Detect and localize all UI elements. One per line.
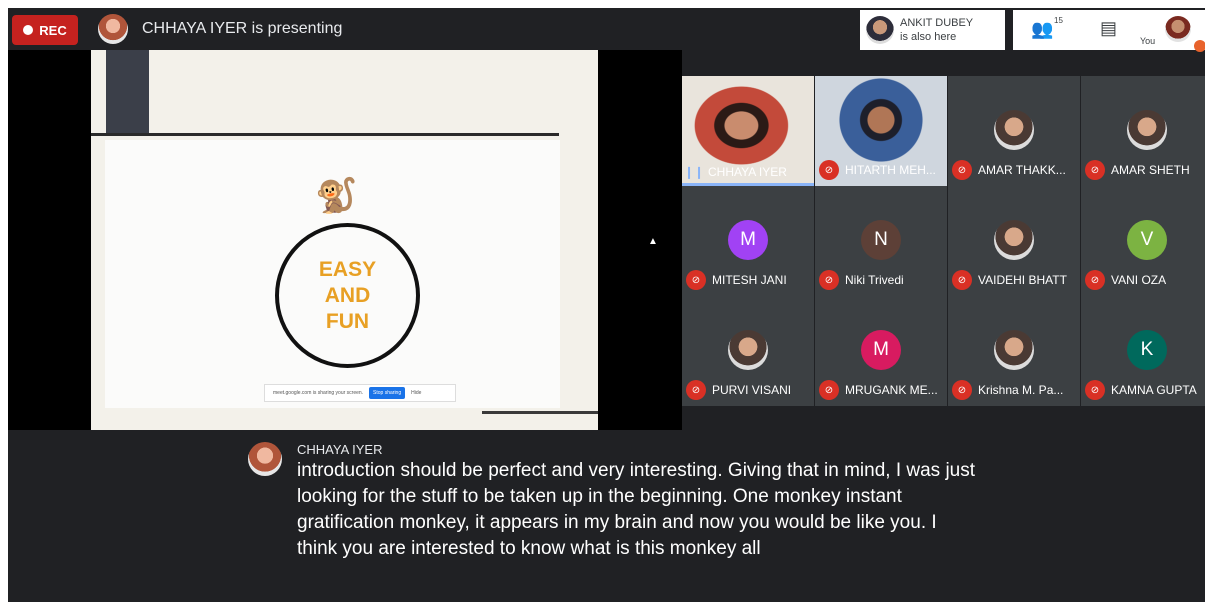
stop-sharing-button[interactable]: Stop sharing — [369, 387, 406, 399]
participant-label: ⊘ MITESH JANI — [686, 270, 812, 290]
avatar — [728, 330, 768, 370]
participant-name: KAMNA GUPTA — [1111, 383, 1197, 397]
mouse-cursor-icon: ▲ — [648, 236, 658, 247]
avatar — [1127, 110, 1167, 150]
participant-name: Niki Trivedi — [845, 273, 904, 287]
mic-off-icon: ⊘ — [1085, 160, 1105, 180]
self-avatar[interactable] — [1165, 16, 1191, 42]
mic-off-icon: ⊘ — [686, 270, 706, 290]
meet-window: REC CHHAYA IYER is presenting ANKIT DUBE… — [8, 8, 1205, 602]
mic-off-icon: ⊘ — [686, 380, 706, 400]
people-icon[interactable]: 👥 — [1031, 19, 1053, 40]
avatar: V — [1127, 220, 1167, 260]
slide-divider — [91, 133, 559, 136]
participant-name: Krishna M. Pa... — [978, 383, 1064, 397]
mic-off-icon: ⊘ — [819, 160, 839, 180]
also-here-status: is also here — [900, 31, 957, 43]
participant-name: PURVI VISANI — [712, 383, 792, 397]
also-here-name: ANKIT DUBEY — [900, 17, 974, 29]
avatar: M — [861, 330, 901, 370]
participant-name: AMAR THAKK... — [978, 163, 1066, 177]
monkey-icon: 🐒 — [315, 177, 358, 215]
avatar — [994, 220, 1034, 260]
avatar — [994, 330, 1034, 370]
mic-off-icon: ⊘ — [952, 380, 972, 400]
participant-name: AMAR SHETH — [1111, 163, 1190, 177]
participant-label: ❙❙ CHHAYA IYER — [683, 164, 812, 180]
caption-speaker-name: CHHAYA IYER — [297, 442, 383, 457]
participant-name: VANI OZA — [1111, 273, 1167, 287]
mic-off-icon: ⊘ — [952, 160, 972, 180]
participant-tile[interactable]: ⊘ HITARTH MEH... — [815, 76, 947, 186]
avatar: K — [1127, 330, 1167, 370]
participant-tile[interactable]: N ⊘ Niki Trivedi — [815, 186, 947, 296]
participant-tile[interactable]: M ⊘ MRUGANK ME... — [815, 296, 947, 406]
participant-name: MRUGANK ME... — [845, 383, 938, 397]
participant-tile[interactable]: ⊘ PURVI VISANI — [682, 296, 814, 406]
participant-tile[interactable]: ⊘ Krishna M. Pa... — [948, 296, 1080, 406]
slide-circle: EASY AND FUN — [275, 223, 420, 368]
mic-off-icon: ⊘ — [1085, 270, 1105, 290]
avatar — [866, 16, 894, 44]
rec-label: REC — [39, 22, 67, 38]
participant-grid: ❙❙ CHHAYA IYER ⊘ HITARTH MEH... ⊘ AMAR THAKK.… — [682, 76, 1205, 406]
participant-label: ⊘ MRUGANK ME... — [819, 380, 945, 400]
participant-name: CHHAYA IYER — [708, 165, 787, 179]
participant-label: ⊘ AMAR THAKK... — [952, 160, 1078, 180]
participant-tile[interactable]: K ⊘ KAMNA GUPTA — [1081, 296, 1205, 406]
record-dot-icon — [23, 25, 34, 35]
share-notice: meet.google.com is sharing your screen. — [273, 390, 364, 396]
caption-text: introduction should be perfect and very … — [297, 460, 976, 559]
slide-heading: EASY AND FUN — [319, 257, 376, 335]
participant-label: ⊘ AMAR SHETH — [1085, 160, 1205, 180]
caption-speaker-avatar — [248, 442, 282, 476]
participant-label: ⊘ PURVI VISANI — [686, 380, 812, 400]
avatar: N — [861, 220, 901, 260]
also-here-chip[interactable]: ANKIT DUBEY is also here — [860, 10, 1005, 50]
people-count: 15 — [1054, 16, 1063, 25]
screen-share-bar: meet.google.com is sharing your screen. … — [264, 384, 456, 402]
you-label: You — [1140, 36, 1156, 46]
participant-tile[interactable]: ❙❙ CHHAYA IYER — [682, 76, 814, 186]
top-right-controls: 👥 15 ▤ You — [1013, 10, 1205, 52]
presenting-status: CHHAYA IYER is presenting — [142, 20, 343, 37]
speaking-icon: ❙❙ — [683, 165, 705, 179]
slide-line-1: EASY — [318, 257, 377, 281]
slide-line-2: AND — [324, 283, 371, 307]
participant-tile[interactable]: M ⊘ MITESH JANI — [682, 186, 814, 296]
participant-label: ⊘ Niki Trivedi — [819, 270, 945, 290]
mic-off-icon: ⊘ — [1085, 380, 1105, 400]
participant-label: ⊘ Krishna M. Pa... — [952, 380, 1078, 400]
avatar: M — [728, 220, 768, 260]
slide-line-3: FUN — [325, 309, 370, 333]
notification-badge — [1194, 40, 1205, 52]
slide-content: 🐒 EASY AND FUN meet.google.com is sharin… — [105, 140, 560, 408]
participant-name: VAIDEHI BHATT — [978, 273, 1067, 287]
participant-label: ⊘ HITARTH MEH... — [819, 160, 945, 180]
participant-label: ⊘ VANI OZA — [1085, 270, 1205, 290]
recording-indicator[interactable]: REC — [12, 15, 78, 45]
avatar — [994, 110, 1034, 150]
presenter-avatar — [98, 14, 128, 44]
participant-name: HITARTH MEH... — [845, 163, 936, 177]
participant-label: ⊘ VAIDEHI BHATT — [952, 270, 1078, 290]
slide-decor-block — [106, 50, 149, 136]
participant-name: MITESH JANI — [712, 273, 787, 287]
participant-tile[interactable]: ⊘ VAIDEHI BHATT — [948, 186, 1080, 296]
mic-off-icon: ⊘ — [952, 270, 972, 290]
participant-tile[interactable]: ⊘ AMAR THAKK... — [948, 76, 1080, 186]
mic-off-icon: ⊘ — [819, 380, 839, 400]
shared-screen[interactable]: 🐒 EASY AND FUN meet.google.com is sharin… — [8, 50, 682, 430]
slide-divider-bottom — [482, 411, 598, 414]
participant-tile[interactable]: V ⊘ VANI OZA — [1081, 186, 1205, 296]
participant-tile[interactable]: ⊘ AMAR SHETH — [1081, 76, 1205, 186]
hide-button[interactable]: Hide — [411, 390, 421, 396]
mic-off-icon: ⊘ — [819, 270, 839, 290]
presentation-slide: 🐒 EASY AND FUN meet.google.com is sharin… — [91, 50, 598, 430]
chat-icon[interactable]: ▤ — [1100, 18, 1117, 39]
participant-label: ⊘ KAMNA GUPTA — [1085, 380, 1205, 400]
